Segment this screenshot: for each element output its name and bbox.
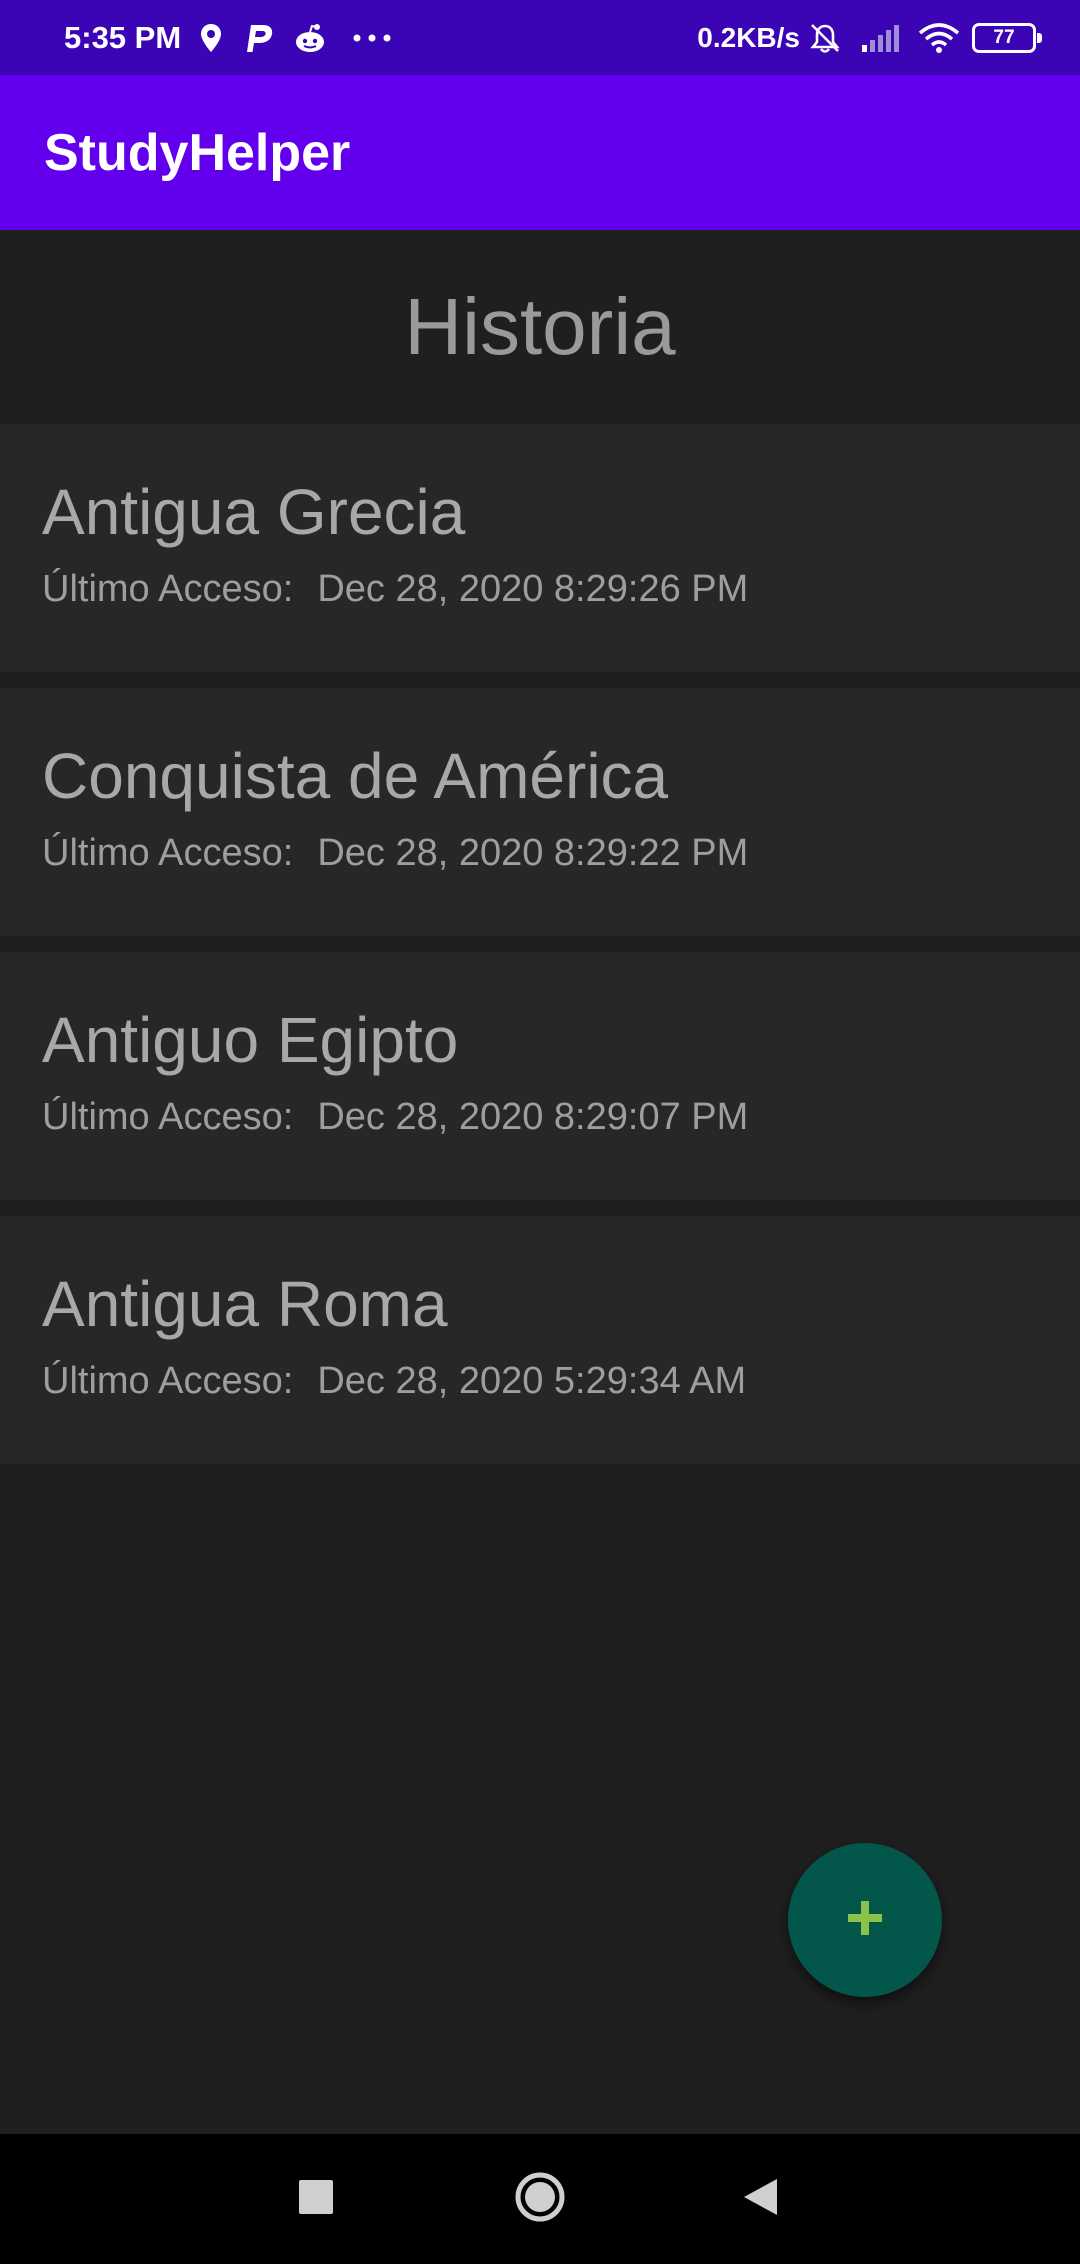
- location-icon: [199, 23, 223, 53]
- topic-list: Antigua Grecia Último Acceso: Dec 28, 202…: [0, 424, 1080, 1480]
- recents-button[interactable]: [276, 2134, 356, 2264]
- recents-square-icon: [298, 2179, 334, 2220]
- status-time: 5:35 PM: [64, 19, 182, 55]
- topic-last-access: Último Acceso: Dec 28, 2020 8:29:22 PM: [42, 832, 1080, 875]
- topic-title: Conquista de América: [42, 740, 669, 812]
- network-speed: 0.2KB/s: [697, 21, 800, 53]
- status-right: 0.2KB/s 77: [697, 21, 1042, 55]
- topic-last-access: Último Acceso: Dec 28, 2020 8:29:07 PM: [42, 1096, 1080, 1139]
- last-access-label: Último Acceso:: [42, 568, 294, 610]
- status-bar: 5:35 PM 0.2KB/s 77: [0, 0, 1080, 75]
- section-header: Historia: [0, 230, 1080, 424]
- home-circle-icon: [514, 2171, 566, 2228]
- topic-card-conquista-de-america[interactable]: Conquista de América Último Acceso: Dec 2…: [0, 688, 1080, 936]
- reddit-icon: [293, 22, 327, 54]
- topic-title: Antiguo Egipto: [42, 1004, 459, 1076]
- back-button[interactable]: [720, 2134, 800, 2264]
- topic-last-access: Último Acceso: Dec 28, 2020 8:29:26 PM: [42, 568, 1080, 611]
- plus-icon: [845, 1898, 885, 1943]
- add-topic-button[interactable]: [788, 1843, 942, 1997]
- app-title: StudyHelper: [44, 123, 351, 182]
- bell-muted-icon: [808, 21, 842, 55]
- last-access-label: Último Acceso:: [42, 1096, 294, 1138]
- signal-icon: [860, 23, 900, 53]
- wifi-icon: [918, 22, 960, 54]
- last-access-date: Dec 28, 2020 8:29:22 PM: [317, 832, 749, 874]
- parking-icon: [241, 22, 275, 54]
- back-triangle-icon: [741, 2177, 779, 2222]
- home-button[interactable]: [500, 2134, 580, 2264]
- navigation-bar: [0, 2134, 1080, 2264]
- topic-card-antiguo-egipto[interactable]: Antiguo Egipto Último Acceso: Dec 28, 202…: [0, 952, 1080, 1200]
- topic-title: Antigua Roma: [42, 1268, 448, 1340]
- more-dots-icon: [353, 34, 391, 42]
- status-left: 5:35 PM: [64, 20, 391, 56]
- topic-card-antigua-roma[interactable]: Antigua Roma Último Acceso: Dec 28, 2020 …: [0, 1216, 1080, 1464]
- topic-card-antigua-grecia[interactable]: Antigua Grecia Último Acceso: Dec 28, 202…: [0, 424, 1080, 672]
- last-access-label: Último Acceso:: [42, 832, 294, 874]
- last-access-date: Dec 28, 2020 8:29:07 PM: [317, 1096, 749, 1138]
- app-bar: StudyHelper: [0, 75, 1080, 230]
- last-access-label: Último Acceso:: [42, 1360, 294, 1402]
- subject-title: Historia: [404, 282, 676, 371]
- last-access-date: Dec 28, 2020 8:29:26 PM: [317, 568, 749, 610]
- topic-last-access: Último Acceso: Dec 28, 2020 5:29:34 AM: [42, 1360, 1080, 1403]
- battery-icon: 77: [972, 22, 1042, 53]
- battery-level: 77: [993, 26, 1015, 48]
- last-access-date: Dec 28, 2020 5:29:34 AM: [317, 1360, 747, 1402]
- topic-title: Antigua Grecia: [42, 476, 466, 548]
